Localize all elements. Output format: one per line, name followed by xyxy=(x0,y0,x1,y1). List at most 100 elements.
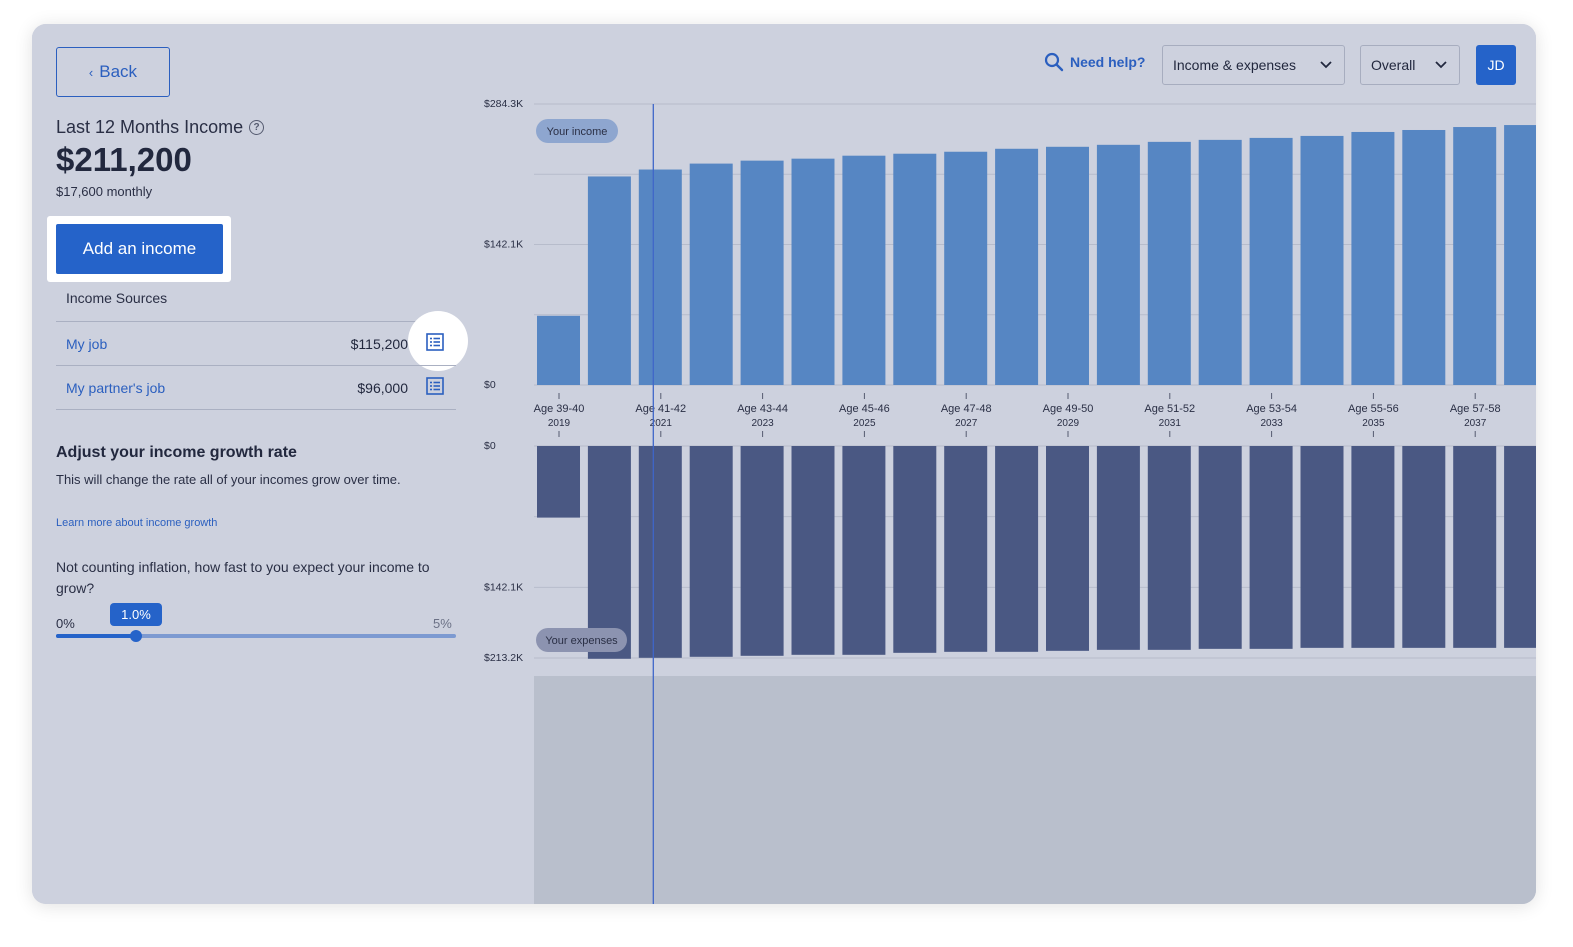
view-select[interactable]: Income & expenses xyxy=(1162,45,1345,85)
x-tick-label: Age 45-46 xyxy=(839,403,890,415)
chevron-left-icon: ‹ xyxy=(88,64,94,80)
income-series-label: Your income xyxy=(547,126,608,138)
income-bar xyxy=(791,158,835,385)
income-expenses-chart: $284.3K $142.1K $0 $0 $142.1K $213.2K Age 39-4… xyxy=(484,98,1536,904)
chevron-down-icon xyxy=(1435,61,1447,69)
y-tick-label: $142.1K xyxy=(484,239,523,251)
growth-title: Adjust your income growth rate xyxy=(56,444,297,461)
x-tick-year: 2023 xyxy=(751,418,774,429)
x-tick-year: 2033 xyxy=(1260,418,1283,429)
income-bar xyxy=(1504,125,1536,385)
x-tick-year: 2027 xyxy=(955,418,978,429)
growth-description: This will change the rate all of your in… xyxy=(56,472,401,487)
expense-bar xyxy=(1504,446,1536,648)
x-tick-label: Age 41-42 xyxy=(635,403,686,415)
avatar[interactable]: JD xyxy=(1476,45,1516,85)
expense-bar xyxy=(1300,446,1344,648)
income-bar xyxy=(893,153,937,385)
expense-series-label: Your expenses xyxy=(545,635,618,647)
expense-bar xyxy=(1453,446,1497,648)
income-bar xyxy=(842,155,886,385)
slider-fill xyxy=(56,634,136,638)
divider xyxy=(56,409,456,410)
x-tick-year: 2035 xyxy=(1362,418,1385,429)
expense-bar xyxy=(995,446,1039,652)
expense-bar xyxy=(893,446,937,653)
income-title-text: Last 12 Months Income xyxy=(56,117,244,137)
expense-bar xyxy=(689,446,733,657)
expense-bar xyxy=(587,446,631,659)
income-source-row: My job $115,200 xyxy=(56,322,456,366)
chevron-down-icon xyxy=(1320,61,1332,69)
income-source-name[interactable]: My partner's job xyxy=(66,380,165,396)
need-help-label: Need help? xyxy=(1070,54,1146,70)
scope-select[interactable]: Overall xyxy=(1360,45,1460,85)
income-source-name[interactable]: My job xyxy=(66,336,107,352)
x-tick-year: 2031 xyxy=(1159,418,1182,429)
need-help-link[interactable]: Need help? xyxy=(1044,52,1145,72)
details-list-icon[interactable] xyxy=(426,333,444,351)
income-source-value: $96,000 xyxy=(357,380,408,396)
expense-bar xyxy=(1402,446,1446,648)
expense-bar xyxy=(638,446,682,658)
expense-bar xyxy=(1351,446,1395,648)
back-button[interactable]: ‹ Back xyxy=(56,47,170,97)
details-list-icon[interactable] xyxy=(426,377,444,395)
back-label: Back xyxy=(99,62,138,81)
slider-min-label: 0% xyxy=(56,616,75,631)
income-bar xyxy=(1453,127,1497,386)
x-tick-label: Age 43-44 xyxy=(737,403,788,415)
growth-question: Not counting inflation, how fast to you … xyxy=(56,559,430,596)
x-tick-year: 2037 xyxy=(1464,418,1487,429)
income-bar xyxy=(1402,129,1446,385)
income-title: Last 12 Months Income ? xyxy=(56,117,265,138)
x-tick-year: 2019 xyxy=(548,418,571,429)
income-bar xyxy=(1096,144,1140,385)
x-tick-year: 2025 xyxy=(853,418,876,429)
expense-bar xyxy=(944,446,988,652)
expense-bar xyxy=(537,446,580,518)
income-total: $211,200 xyxy=(56,141,192,178)
learn-more-link[interactable]: Learn more about income growth xyxy=(56,517,217,529)
x-tick-label: Age 47-48 xyxy=(941,403,992,415)
growth-slider[interactable]: 1.0% xyxy=(56,603,456,642)
expense-bar xyxy=(1198,446,1242,649)
slider-thumb[interactable] xyxy=(130,630,142,642)
slider-max-label: 5% xyxy=(433,616,452,631)
chart-panel: $284.3K $142.1K $0 $0 $142.1K $213.2K Age 39-4… xyxy=(480,24,1536,904)
x-tick-label: Age 49-50 xyxy=(1043,403,1094,415)
income-source-value: $115,200 xyxy=(350,336,408,352)
x-tick-label: Age 39-40 xyxy=(534,403,585,415)
income-bar xyxy=(740,160,784,385)
y-tick-label: $0 xyxy=(484,440,496,452)
add-income-button[interactable]: Add an income xyxy=(56,224,223,274)
income-bar xyxy=(587,176,631,385)
income-monthly: $17,600 monthly xyxy=(56,184,153,199)
expense-bar xyxy=(1096,446,1140,650)
income-bar xyxy=(537,315,580,385)
income-bar xyxy=(689,163,733,385)
income-bar xyxy=(944,151,988,385)
search-icon xyxy=(1044,52,1064,72)
app-window: ‹ Back Last 12 Months Income ? $211,200 … xyxy=(32,24,1536,904)
expense-bar xyxy=(1046,446,1089,651)
income-bar xyxy=(638,169,682,385)
income-bar xyxy=(1249,137,1293,385)
y-tick-label: $213.2K xyxy=(484,652,523,664)
chart-empty-area xyxy=(534,676,1536,904)
expense-bar xyxy=(740,446,784,656)
x-tick-label: Age 51-52 xyxy=(1144,403,1195,415)
x-tick-label: Age 57-58 xyxy=(1450,403,1501,415)
expense-bar xyxy=(791,446,835,655)
income-panel: ‹ Back Last 12 Months Income ? $211,200 … xyxy=(32,24,480,904)
x-tick-label: Age 55-56 xyxy=(1348,403,1399,415)
x-tick-label: Age 53-54 xyxy=(1246,403,1297,415)
x-tick-year: 2029 xyxy=(1057,418,1080,429)
help-question-icon[interactable]: ? xyxy=(249,120,265,135)
income-bar xyxy=(1147,141,1191,385)
y-tick-label: $0 xyxy=(484,379,496,391)
scope-select-value: Overall xyxy=(1371,57,1416,73)
y-tick-label: $142.1K xyxy=(484,581,523,593)
expense-bar xyxy=(842,446,886,655)
expense-bar xyxy=(1249,446,1293,649)
